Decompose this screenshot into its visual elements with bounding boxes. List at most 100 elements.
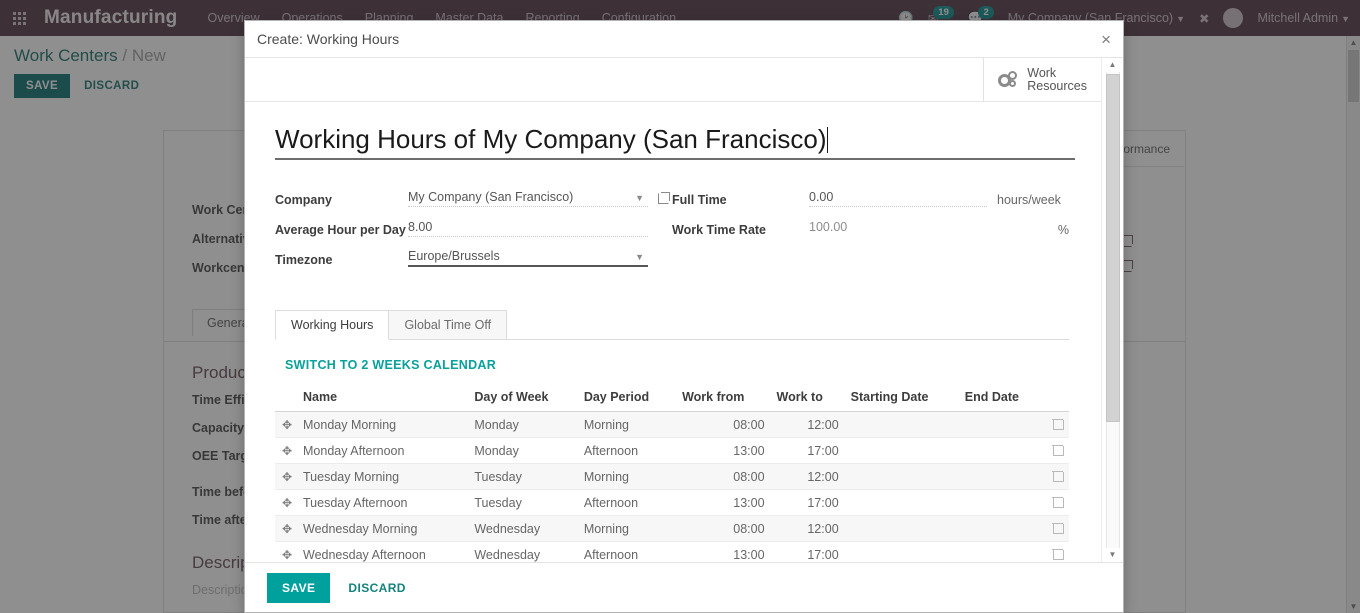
- cell-day-of-week[interactable]: Monday: [468, 411, 578, 438]
- close-icon[interactable]: ×: [1101, 31, 1111, 48]
- tab-working-hours[interactable]: Working Hours: [275, 310, 390, 340]
- delete-row-trash-icon[interactable]: [1043, 437, 1069, 464]
- record-title-field[interactable]: Working Hours of My Company (San Francis…: [275, 124, 1075, 160]
- table-row[interactable]: ✥ Tuesday Afternoon Tuesday Afternoon 13:00 1…: [275, 489, 1069, 516]
- cell-starting-date[interactable]: [844, 541, 959, 562]
- cell-work-to[interactable]: 17:00: [770, 437, 845, 464]
- field-value-company[interactable]: My Company (San Francisco) ▼: [408, 190, 648, 207]
- discard-button[interactable]: DISCARD: [348, 581, 405, 595]
- cell-end-date[interactable]: [958, 411, 1043, 438]
- field-row-work-time-rate: Work Time Rate 100.00 %: [672, 216, 1069, 237]
- field-value-timezone[interactable]: Europe/Brussels ▼: [408, 249, 648, 267]
- field-label-company: Company: [275, 193, 332, 207]
- table-row[interactable]: ✥ Tuesday Morning Tuesday Morning 08:00 12:00: [275, 463, 1069, 490]
- cell-end-date[interactable]: [958, 437, 1043, 464]
- table-head: Name Day of Week Day Period Work from Wo…: [275, 386, 1069, 412]
- field-value-average-hour-per-day[interactable]: 8.00: [408, 220, 648, 237]
- delete-row-trash-icon[interactable]: [1043, 489, 1069, 516]
- th-handle: [275, 386, 297, 412]
- company-external-link-icon[interactable]: [658, 192, 672, 207]
- cell-work-to[interactable]: 12:00: [770, 515, 845, 542]
- create-working-hours-dialog: Create: Working Hours × Work Resources W…: [244, 20, 1124, 613]
- table-row[interactable]: ✥ Monday Morning Monday Morning 08:00 12:00: [275, 411, 1069, 438]
- drag-handle-icon[interactable]: ✥: [275, 515, 297, 542]
- cell-day-period[interactable]: Afternoon: [577, 489, 677, 516]
- th-day-period[interactable]: Day Period: [577, 386, 677, 412]
- cell-work-to[interactable]: 17:00: [770, 541, 845, 562]
- cell-name[interactable]: Monday Morning: [297, 411, 469, 438]
- table-row[interactable]: ✥ Wednesday Morning Wednesday Morning 08:00 1…: [275, 515, 1069, 542]
- drag-handle-icon[interactable]: ✥: [275, 437, 297, 464]
- delete-row-trash-icon[interactable]: [1043, 541, 1069, 562]
- field-value-full-time[interactable]: 0.00: [809, 190, 987, 207]
- cell-day-of-week[interactable]: Wednesday: [468, 515, 578, 542]
- dialog-body: Work Resources Working Hours of My Compa…: [245, 58, 1123, 562]
- field-column-left: Company My Company (San Francisco) ▼ Ave…: [275, 186, 672, 276]
- switch-to-2-weeks-calendar-button[interactable]: SWITCH TO 2 WEEKS CALENDAR: [285, 358, 1069, 372]
- cell-end-date[interactable]: [958, 489, 1043, 516]
- cell-name[interactable]: Wednesday Morning: [297, 515, 469, 542]
- drag-handle-icon[interactable]: ✥: [275, 489, 297, 516]
- tab-global-time-off[interactable]: Global Time Off: [388, 310, 508, 340]
- cell-starting-date[interactable]: [844, 489, 959, 516]
- chevron-down-icon[interactable]: ▼: [635, 252, 644, 262]
- cell-day-period[interactable]: Morning: [577, 463, 677, 490]
- drag-handle-icon[interactable]: ✥: [275, 541, 297, 562]
- th-work-to[interactable]: Work to: [770, 386, 845, 412]
- cell-day-period[interactable]: Afternoon: [577, 541, 677, 562]
- cell-end-date[interactable]: [958, 541, 1043, 562]
- cell-end-date[interactable]: [958, 515, 1043, 542]
- cell-work-to[interactable]: 12:00: [770, 463, 845, 490]
- record-title-input[interactable]: Working Hours of My Company (San Francis…: [275, 124, 826, 155]
- th-starting-date[interactable]: Starting Date: [844, 386, 959, 412]
- scroll-up-icon[interactable]: ▲: [1102, 58, 1123, 72]
- cell-work-from[interactable]: 08:00: [676, 463, 771, 490]
- delete-row-trash-icon[interactable]: [1043, 463, 1069, 490]
- cell-day-period[interactable]: Morning: [577, 411, 677, 438]
- cell-name[interactable]: Monday Afternoon: [297, 437, 469, 464]
- cell-starting-date[interactable]: [844, 463, 959, 490]
- delete-row-trash-icon[interactable]: [1043, 515, 1069, 542]
- th-day-of-week[interactable]: Day of Week: [468, 386, 578, 412]
- save-button[interactable]: SAVE: [267, 572, 331, 603]
- gears-icon: [998, 70, 1020, 89]
- field-suffix-full-time: hours/week: [997, 193, 1061, 207]
- cell-work-from[interactable]: 13:00: [676, 541, 771, 562]
- chevron-down-icon[interactable]: ▼: [635, 193, 644, 203]
- dialog-scrollbar[interactable]: ▲ ▼: [1101, 58, 1123, 562]
- cell-day-of-week[interactable]: Monday: [468, 437, 578, 464]
- notebook-tabs: Working Hours Global Time Off: [275, 310, 1069, 340]
- cell-work-to[interactable]: 12:00: [770, 411, 845, 438]
- table-row[interactable]: ✥ Monday Afternoon Monday Afternoon 13:00 17:…: [275, 437, 1069, 464]
- cell-work-to[interactable]: 17:00: [770, 489, 845, 516]
- cell-name[interactable]: Wednesday Afternoon: [297, 541, 469, 562]
- cell-work-from[interactable]: 13:00: [676, 489, 771, 516]
- drag-handle-icon[interactable]: ✥: [275, 463, 297, 490]
- cell-name[interactable]: Tuesday Morning: [297, 463, 469, 490]
- field-label-timezone: Timezone: [275, 253, 333, 267]
- table-row[interactable]: ✥ Wednesday Afternoon Wednesday Afternoon 13…: [275, 541, 1069, 562]
- cell-work-from[interactable]: 13:00: [676, 437, 771, 464]
- cell-day-period[interactable]: Afternoon: [577, 437, 677, 464]
- dialog-scrollbar-thumb[interactable]: [1106, 74, 1120, 422]
- cell-work-from[interactable]: 08:00: [676, 411, 771, 438]
- dialog-form: Working Hours of My Company (San Francis…: [245, 102, 1101, 562]
- cell-starting-date[interactable]: [844, 515, 959, 542]
- delete-row-trash-icon[interactable]: [1043, 411, 1069, 438]
- th-end-date[interactable]: End Date: [958, 386, 1043, 412]
- drag-handle-icon[interactable]: ✥: [275, 411, 297, 438]
- cell-end-date[interactable]: [958, 463, 1043, 490]
- cell-name[interactable]: Tuesday Afternoon: [297, 489, 469, 516]
- th-name[interactable]: Name: [297, 386, 469, 412]
- smart-button-work-resources[interactable]: Work Resources: [983, 58, 1101, 101]
- cell-day-of-week[interactable]: Tuesday: [468, 489, 578, 516]
- field-label-work-time-rate: Work Time Rate: [672, 223, 767, 237]
- cell-day-of-week[interactable]: Wednesday: [468, 541, 578, 562]
- scroll-down-icon[interactable]: ▼: [1102, 548, 1123, 562]
- cell-work-from[interactable]: 08:00: [676, 515, 771, 542]
- cell-day-of-week[interactable]: Tuesday: [468, 463, 578, 490]
- cell-starting-date[interactable]: [844, 411, 959, 438]
- th-work-from[interactable]: Work from: [676, 386, 771, 412]
- cell-day-period[interactable]: Morning: [577, 515, 677, 542]
- cell-starting-date[interactable]: [844, 437, 959, 464]
